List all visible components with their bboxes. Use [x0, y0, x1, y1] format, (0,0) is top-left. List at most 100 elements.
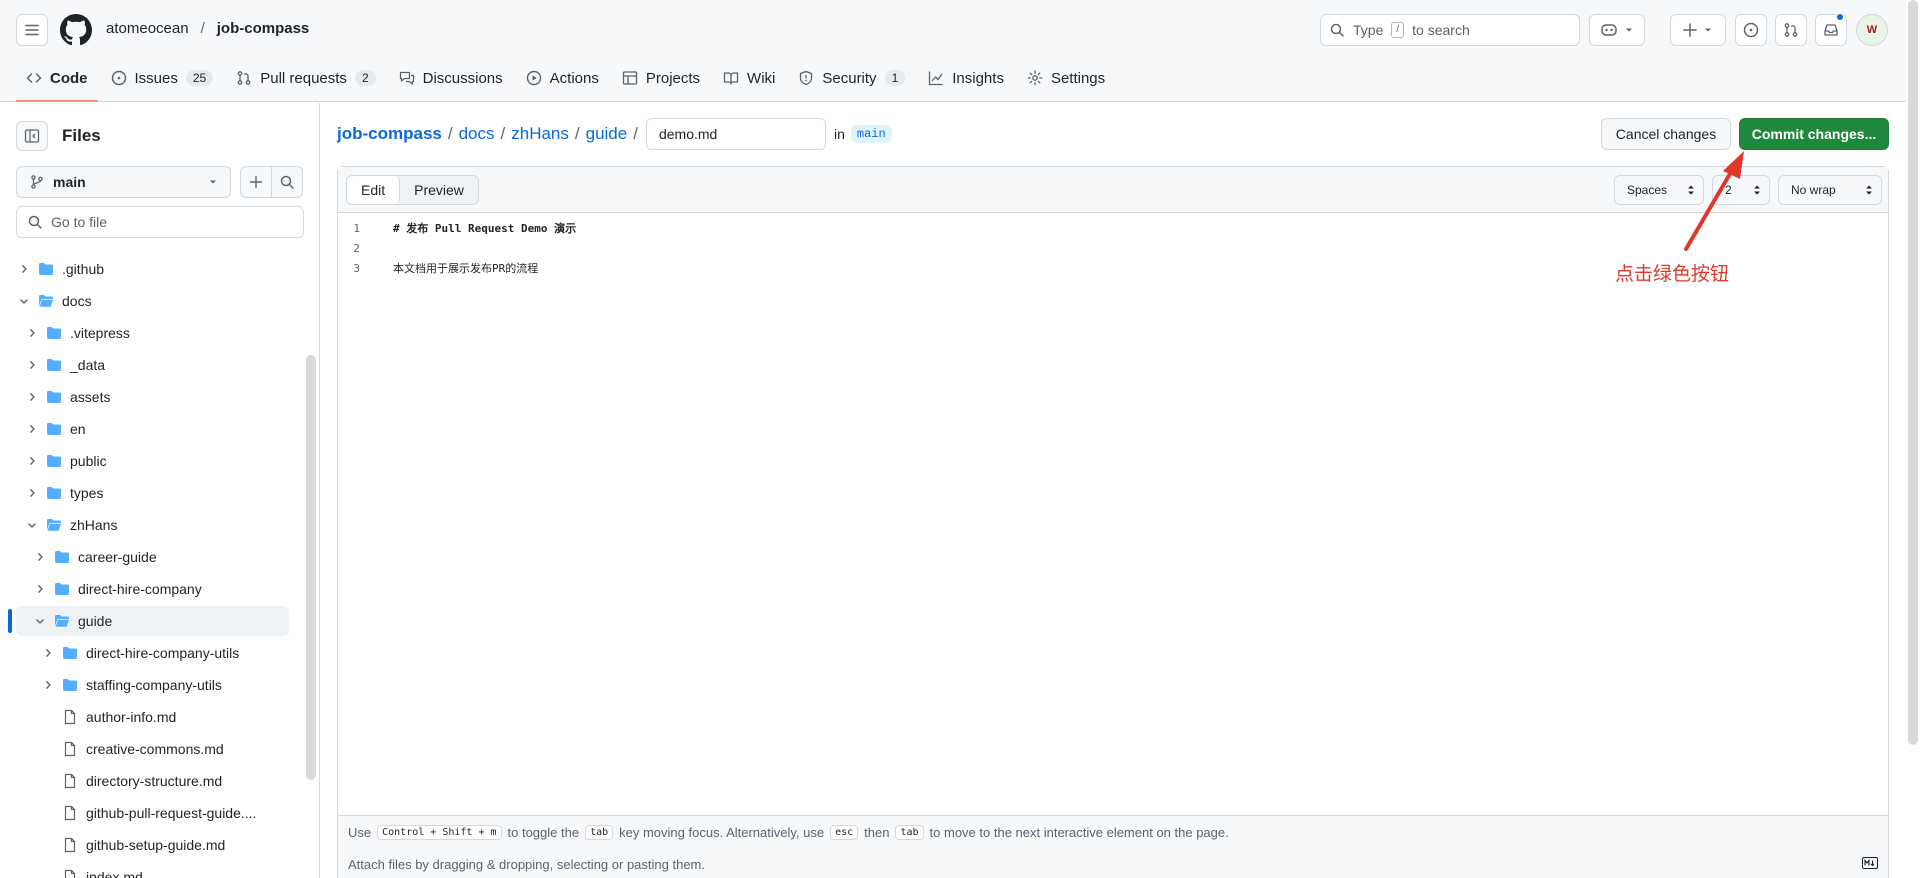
search-rest-label: to search	[1412, 22, 1470, 38]
commit-changes-button[interactable]: Commit changes...	[1739, 118, 1889, 150]
file-icon	[64, 773, 76, 789]
tree-file-item[interactable]: creative-commons.md	[16, 734, 289, 764]
tree-file-item[interactable]: github-setup-guide.md	[16, 830, 289, 860]
chevron-down-icon	[28, 523, 36, 528]
tab-insights[interactable]: Insights	[918, 62, 1014, 94]
tree-item-label: docs	[62, 293, 92, 309]
tree-expander[interactable]	[24, 485, 40, 501]
tree-expander[interactable]	[24, 389, 40, 405]
repo-name-link[interactable]: job-compass	[217, 20, 310, 37]
github-logo-icon[interactable]	[60, 14, 92, 46]
folder-open-icon	[46, 519, 62, 532]
tree-file-item[interactable]: github-pull-request-guide....	[16, 798, 289, 828]
create-new-button[interactable]	[1670, 14, 1726, 46]
tree-file-item[interactable]: directory-structure.md	[16, 766, 289, 796]
tree-expander[interactable]	[16, 293, 32, 309]
tree-expander[interactable]	[32, 549, 48, 565]
attach-files-hint[interactable]: Attach files by dragging & dropping, sel…	[338, 849, 1888, 878]
menu-button[interactable]	[16, 14, 48, 46]
table-icon	[622, 71, 638, 85]
avatar[interactable]: W	[1856, 14, 1888, 46]
tree-expander[interactable]	[24, 453, 40, 469]
target-branch-badge: main	[850, 125, 892, 143]
tree-folder-item[interactable]: .github	[16, 254, 289, 284]
tree-folder-item[interactable]: guide	[16, 606, 289, 636]
tree-expander[interactable]	[24, 517, 40, 533]
issue-icon	[1743, 22, 1759, 38]
file-tree-sidebar: Files main Go to file .github docs .vitepr…	[0, 103, 320, 878]
tab-edit[interactable]: Edit	[347, 176, 401, 204]
tree-folder-item[interactable]: zhHans	[16, 510, 289, 540]
folder-icon	[55, 551, 69, 563]
tree-folder-item[interactable]: career-guide	[16, 542, 289, 572]
copilot-icon	[1601, 24, 1617, 36]
tab-label: Security	[822, 69, 877, 87]
folder-icon	[39, 263, 53, 275]
add-file-button[interactable]	[240, 166, 272, 198]
sidebar-scrollbar[interactable]	[306, 355, 316, 780]
tab-security[interactable]: Security 1	[788, 62, 915, 94]
tree-item-label: direct-hire-company-utils	[86, 645, 240, 661]
tab-issues[interactable]: Issues 25	[101, 62, 224, 94]
tree-folder-item[interactable]: _data	[16, 350, 289, 380]
path-segment-docs[interactable]: docs	[459, 124, 495, 144]
tree-folder-item[interactable]: assets	[16, 382, 289, 412]
tree-folder-item[interactable]: direct-hire-company	[16, 574, 289, 604]
notifications-button[interactable]	[1815, 13, 1847, 46]
tree-expander[interactable]	[32, 613, 48, 629]
markdown-icon	[1862, 857, 1878, 869]
tree-file-item[interactable]: author-info.md	[16, 702, 289, 732]
pull-requests-button[interactable]	[1775, 14, 1807, 46]
tree-folder-item[interactable]: en	[16, 414, 289, 444]
files-title: Files	[62, 126, 101, 145]
tab-settings[interactable]: Settings	[1017, 62, 1115, 94]
file-path-breadcrumb: job-compass / docs / zhHans / guide / de…	[337, 118, 892, 150]
chevron-right-icon	[30, 393, 35, 401]
collapse-sidebar-button[interactable]	[16, 121, 48, 151]
issues-button[interactable]	[1735, 14, 1767, 46]
tab-code[interactable]: Code	[16, 62, 98, 102]
tab-pull-requests[interactable]: Pull requests 2	[226, 62, 385, 94]
copilot-button[interactable]	[1589, 14, 1645, 46]
tree-item-label: assets	[70, 389, 111, 405]
line-text: # 发布 Pull Request Demo 演示	[393, 222, 577, 235]
path-segment-guide[interactable]: guide	[586, 124, 628, 144]
wrap-mode-select[interactable]: No wrap	[1778, 175, 1882, 205]
tree-folder-item[interactable]: .vitepress	[16, 318, 289, 348]
pull-request-icon	[237, 71, 251, 85]
tree-expander[interactable]	[24, 325, 40, 341]
tree-expander[interactable]	[40, 677, 56, 693]
tab-actions[interactable]: Actions	[516, 62, 609, 94]
tree-expander[interactable]	[40, 645, 56, 661]
tree-expander[interactable]	[24, 357, 40, 373]
page-scrollbar[interactable]	[1908, 0, 1918, 745]
filename-input[interactable]: demo.md	[645, 118, 826, 150]
issue-icon	[111, 70, 126, 86]
repo-owner-link[interactable]: atomeocean	[106, 20, 189, 37]
branch-selector[interactable]: main	[16, 166, 231, 198]
go-to-file-input[interactable]: Go to file	[16, 206, 304, 238]
tree-folder-item[interactable]: direct-hire-company-utils	[16, 638, 289, 668]
tree-expander[interactable]	[32, 581, 48, 597]
code-area[interactable]: 1 # 发布 Pull Request Demo 演示 2 3 本文档用于展示发…	[338, 213, 1888, 813]
path-segment-zhhans[interactable]: zhHans	[511, 124, 569, 144]
search-files-button[interactable]	[271, 166, 303, 198]
global-search-input[interactable]: Type / to search	[1320, 14, 1580, 46]
hint-text: then	[864, 825, 890, 840]
tree-expander[interactable]	[16, 261, 32, 277]
search-icon	[1330, 23, 1344, 37]
chevron-right-icon	[30, 457, 35, 465]
tab-projects[interactable]: Projects	[612, 62, 710, 94]
tab-discussions[interactable]: Discussions	[389, 62, 513, 94]
tree-expander[interactable]	[24, 421, 40, 437]
plus-icon	[249, 175, 263, 189]
tree-file-item[interactable]: index.md	[16, 862, 289, 878]
tree-folder-item[interactable]: docs	[16, 286, 289, 316]
tree-folder-item[interactable]: types	[16, 478, 289, 508]
tab-wiki[interactable]: Wiki	[713, 62, 785, 94]
tab-preview[interactable]: Preview	[400, 176, 478, 204]
tree-folder-item[interactable]: public	[16, 446, 289, 476]
path-repo-link[interactable]: job-compass	[337, 124, 442, 144]
tree-item-label: staffing-company-utils	[86, 677, 222, 693]
tree-folder-item[interactable]: staffing-company-utils	[16, 670, 289, 700]
